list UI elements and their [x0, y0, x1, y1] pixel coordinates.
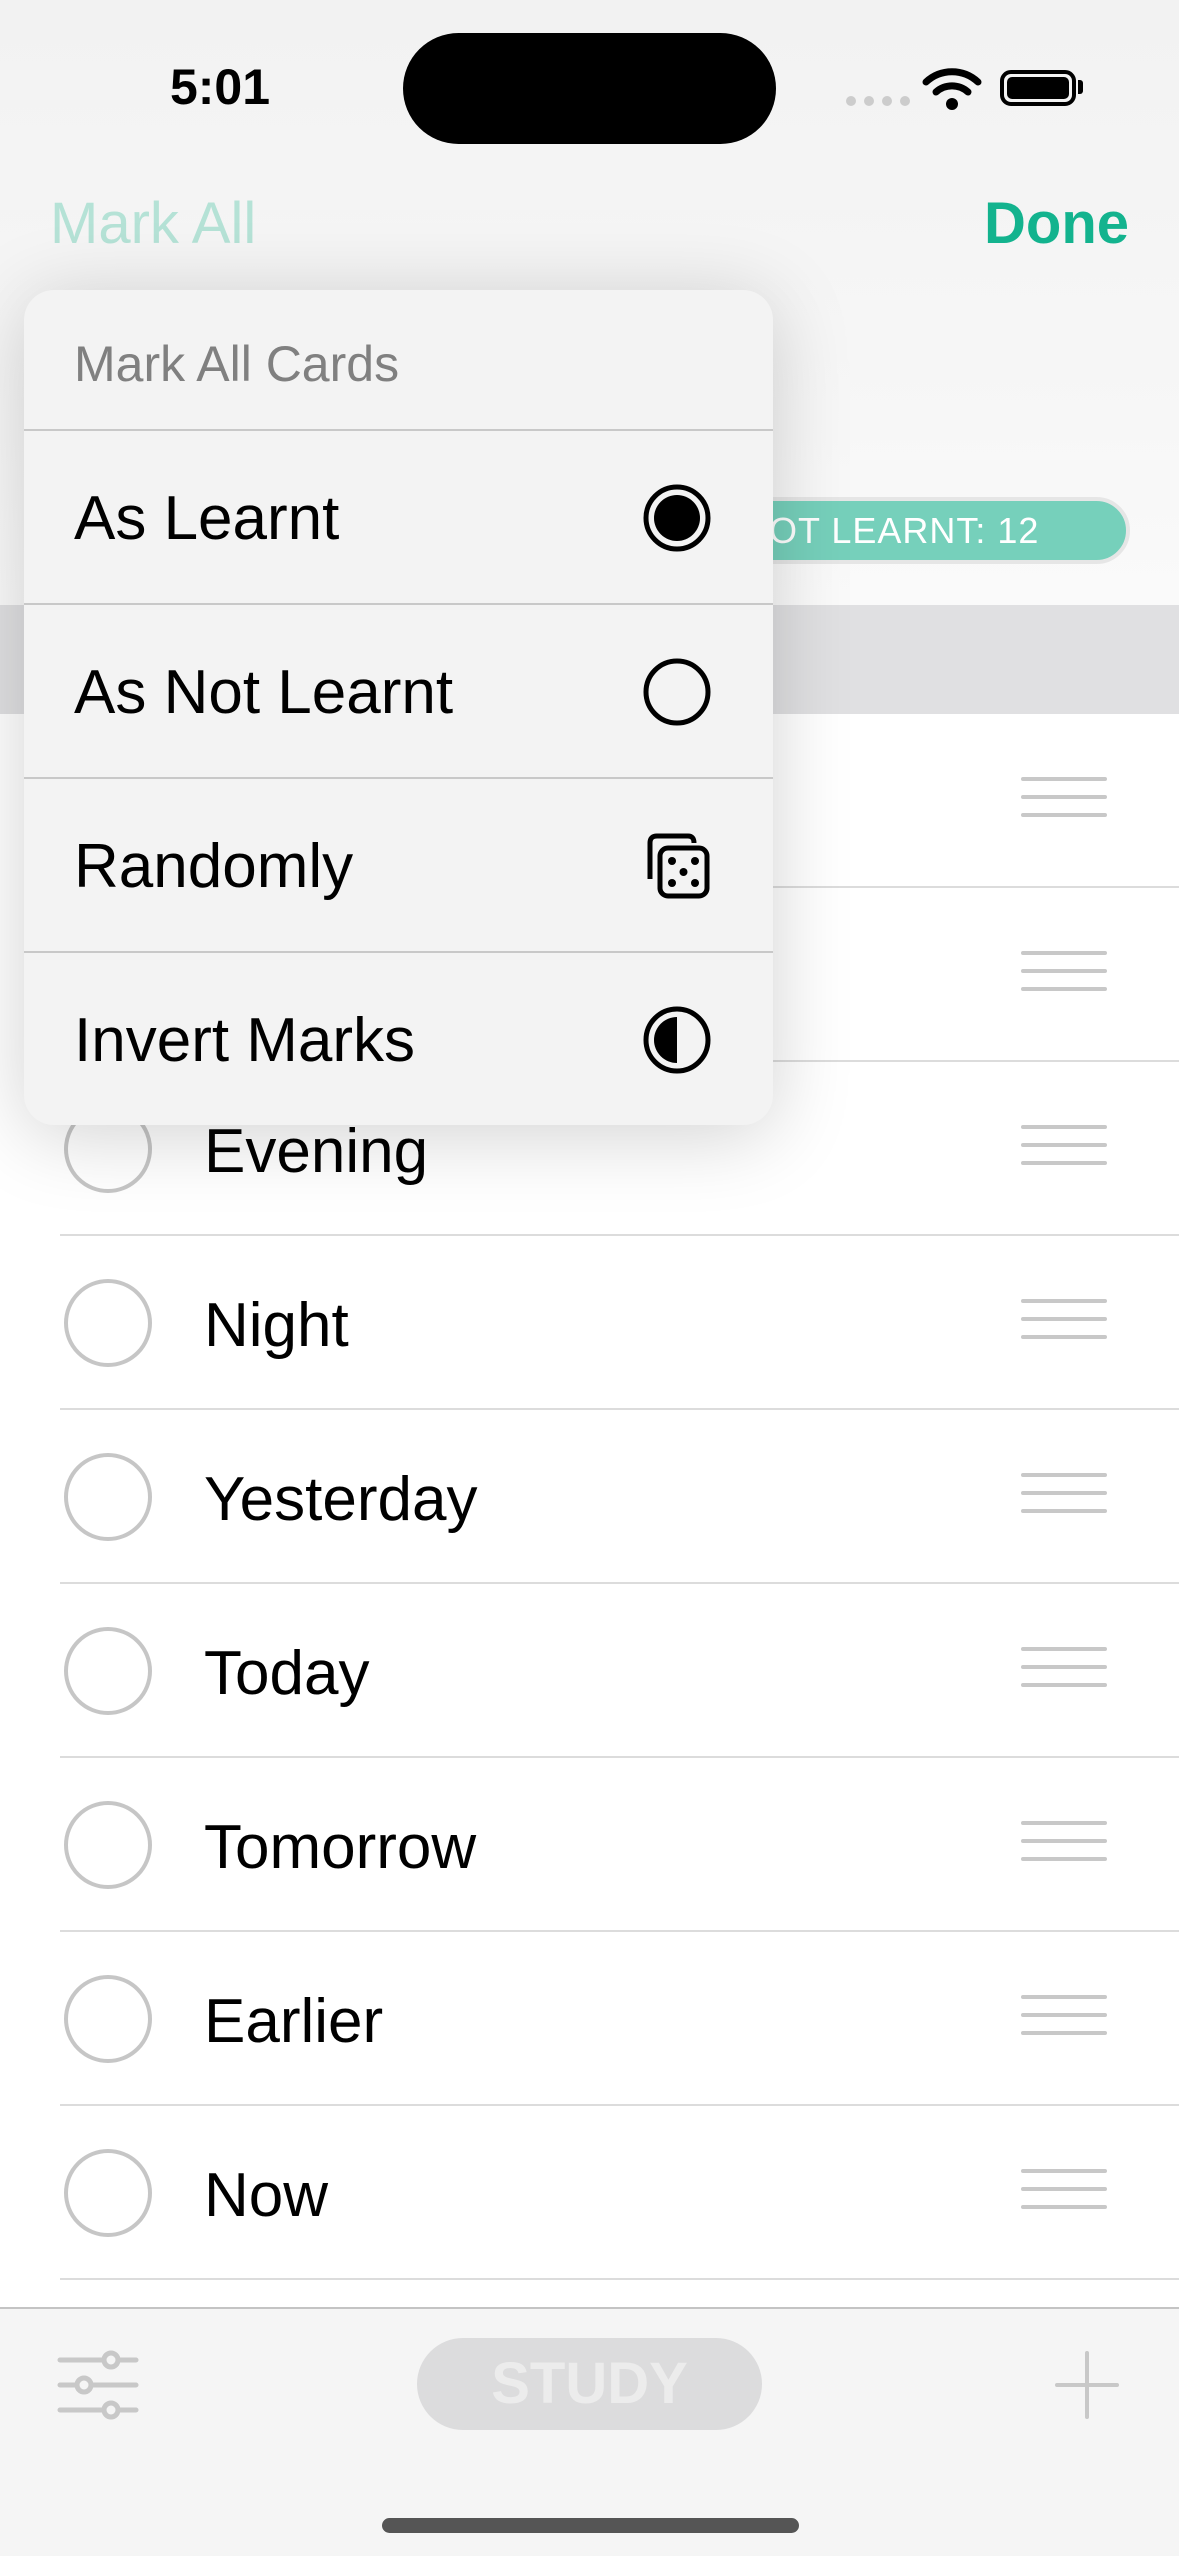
half-circle-icon: [643, 1006, 711, 1074]
list-item[interactable]: Now: [0, 2106, 1179, 2280]
reorder-handle-icon[interactable]: [1021, 951, 1107, 1005]
mark-circle-icon[interactable]: [64, 2149, 152, 2237]
add-icon[interactable]: [1054, 2350, 1120, 2420]
reorder-handle-icon[interactable]: [1021, 1995, 1107, 2049]
empty-circle-icon: [643, 658, 711, 726]
list-item[interactable]: Night: [0, 1236, 1179, 1410]
battery-icon: [1000, 70, 1076, 106]
card-label: Now: [204, 2161, 329, 2230]
reorder-handle-icon[interactable]: [1021, 1821, 1107, 1875]
reorder-handle-icon[interactable]: [1021, 1125, 1107, 1179]
menu-item-randomly[interactable]: Randomly: [24, 779, 773, 953]
reorder-handle-icon[interactable]: [1021, 777, 1107, 831]
study-button[interactable]: STUDY: [417, 2338, 762, 2430]
dice-icon: [647, 833, 710, 899]
list-item[interactable]: Tomorrow: [0, 1758, 1179, 1932]
card-label: Night: [204, 1291, 349, 1360]
reorder-handle-icon[interactable]: [1021, 1299, 1107, 1353]
list-item[interactable]: Yesterday: [0, 1410, 1179, 1584]
menu-item-label: Randomly: [74, 832, 354, 901]
mark-circle-icon[interactable]: [64, 1453, 152, 1541]
card-label: Evening: [204, 1117, 429, 1186]
card-label: Earlier: [204, 1987, 384, 2056]
menu-item-as-learnt[interactable]: As Learnt: [24, 431, 773, 605]
done-button[interactable]: Done: [984, 190, 1129, 257]
wifi-icon: [922, 68, 982, 110]
status-time: 5:01: [169, 59, 271, 115]
mark-all-menu: Mark All Cards As Learnt As Not Learnt R…: [24, 290, 773, 1125]
cellular-signal-icon: [846, 96, 910, 106]
dynamic-island: [403, 33, 776, 144]
reorder-handle-icon[interactable]: [1021, 2169, 1107, 2223]
mark-circle-icon[interactable]: [64, 1627, 152, 1715]
filter-sliders-icon[interactable]: [56, 2348, 140, 2422]
not-learnt-badge[interactable]: NOT LEARNT: 12: [718, 497, 1130, 564]
list-item[interactable]: Earlier: [0, 1932, 1179, 2106]
card-label: Yesterday: [204, 1465, 478, 1534]
home-indicator[interactable]: [382, 2518, 799, 2533]
reorder-handle-icon[interactable]: [1021, 1647, 1107, 1701]
filled-circle-icon: [643, 484, 711, 552]
menu-item-as-not-learnt[interactable]: As Not Learnt: [24, 605, 773, 779]
battery-cap: [1078, 80, 1083, 94]
menu-item-invert-marks[interactable]: Invert Marks: [24, 953, 773, 1125]
card-label: Today: [204, 1639, 370, 1708]
mark-circle-icon[interactable]: [64, 1801, 152, 1889]
card-label: Tomorrow: [204, 1813, 477, 1882]
mark-circle-icon[interactable]: [64, 1975, 152, 2063]
mark-all-button[interactable]: Mark All: [50, 190, 256, 257]
menu-item-label: Invert Marks: [74, 1006, 416, 1075]
list-item[interactable]: Today: [0, 1584, 1179, 1758]
reorder-handle-icon[interactable]: [1021, 1473, 1107, 1527]
menu-title: Mark All Cards: [24, 290, 773, 431]
menu-item-label: As Not Learnt: [74, 658, 454, 727]
mark-circle-icon[interactable]: [64, 1279, 152, 1367]
menu-item-label: As Learnt: [74, 484, 340, 553]
